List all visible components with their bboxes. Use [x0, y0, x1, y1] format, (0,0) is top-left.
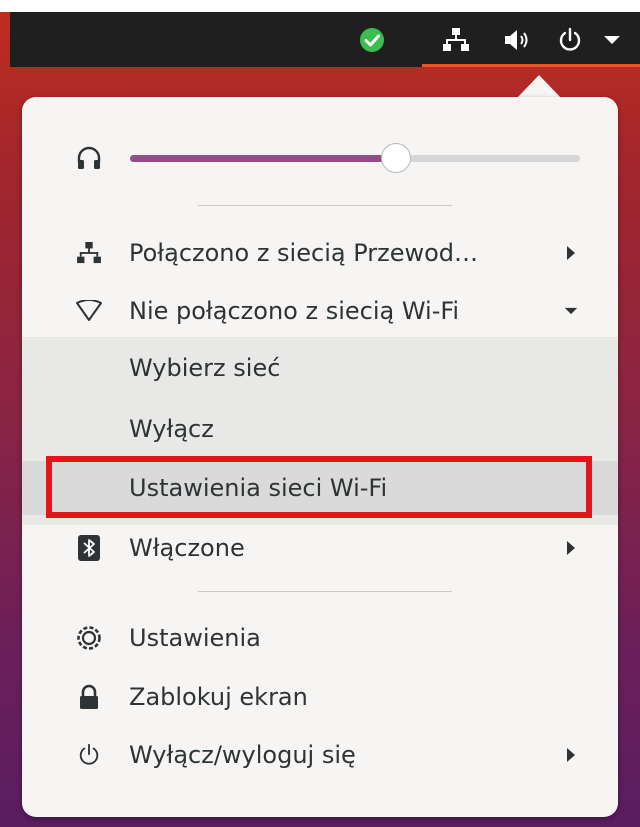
lock-screen-label: Zablokuj ekran: [129, 683, 308, 711]
volume-icon[interactable]: [503, 26, 531, 54]
wired-network-item[interactable]: Połączono z siecią Przewod…: [22, 224, 618, 282]
power-icon: [74, 740, 104, 770]
power-off-label: Wyłącz/wyloguj się: [129, 741, 356, 769]
wired-network-icon: [74, 238, 104, 268]
bluetooth-label: Włączone: [129, 534, 245, 562]
volume-slider-fill: [130, 155, 396, 162]
separator: [198, 591, 452, 592]
wifi-label: Nie połączono z siecią Wi-Fi: [129, 297, 460, 325]
lock-icon: [74, 682, 104, 712]
settings-label: Ustawienia: [129, 624, 261, 652]
lock-screen-item[interactable]: Zablokuj ekran: [22, 668, 618, 726]
wifi-select-network-label: Wybierz sieć: [129, 354, 281, 382]
headphones-icon: [74, 143, 104, 173]
dropdown-arrow-icon[interactable]: [598, 26, 626, 54]
bluetooth-item[interactable]: Włączone: [22, 519, 618, 577]
wired-network-label: Połączono z siecią Przewod…: [129, 239, 479, 267]
wifi-turn-off-label: Wyłącz: [129, 415, 214, 443]
volume-slider[interactable]: [130, 143, 580, 173]
volume-slider-handle[interactable]: [380, 143, 411, 173]
highlight-annotation-box: [46, 456, 592, 518]
wifi-item[interactable]: Nie połączono z siecią Wi-Fi: [22, 282, 618, 340]
chevron-right-icon: [564, 539, 578, 557]
chevron-down-icon: [564, 302, 578, 320]
bluetooth-icon: [74, 533, 104, 563]
settings-gear-icon: [74, 623, 104, 653]
top-panel: [10, 12, 640, 67]
separator: [198, 205, 452, 206]
wifi-turn-off-item[interactable]: Wyłącz: [22, 400, 618, 458]
wifi-empty-icon: [74, 296, 104, 326]
system-menu: Połączono z siecią Przewod… Nie połączon…: [22, 97, 618, 817]
chevron-right-icon: [564, 746, 578, 764]
menu-pointer: [516, 75, 562, 99]
power-icon[interactable]: [556, 26, 584, 54]
screen-border: [0, 0, 640, 12]
wired-network-icon[interactable]: [442, 26, 470, 54]
check-status-icon[interactable]: [358, 26, 386, 54]
chevron-right-icon: [564, 244, 578, 262]
wifi-select-network-item[interactable]: Wybierz sieć: [22, 339, 618, 397]
active-indicator: [422, 64, 640, 67]
power-off-item[interactable]: Wyłącz/wyloguj się: [22, 726, 618, 784]
settings-item[interactable]: Ustawienia: [22, 609, 618, 667]
